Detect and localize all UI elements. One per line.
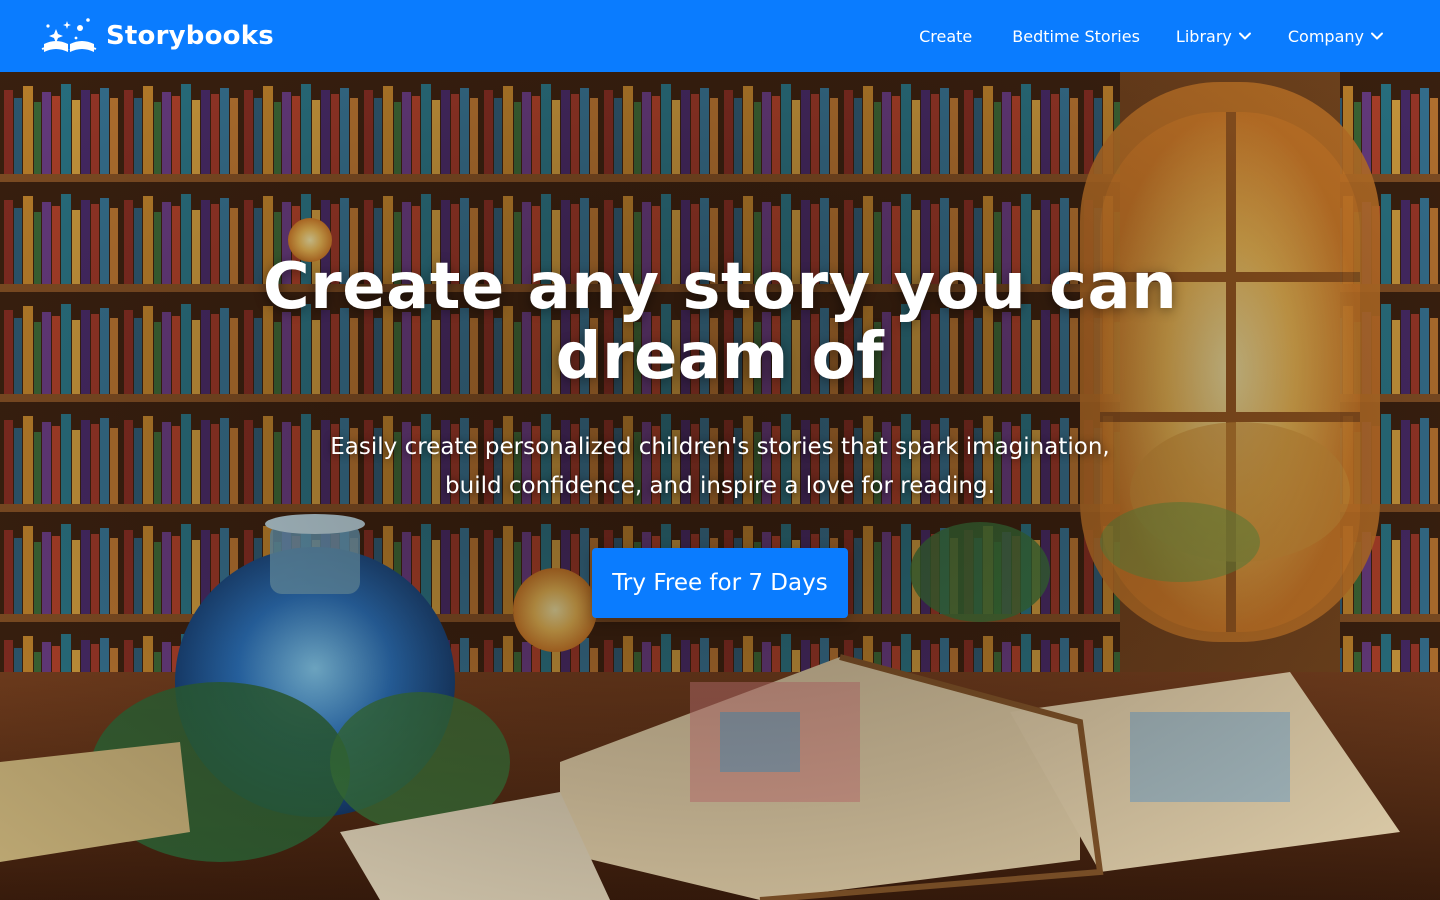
nav-bedtime-stories[interactable]: Bedtime Stories <box>1012 27 1140 46</box>
main-nav: Create Bedtime Stories Library Company <box>919 0 1384 72</box>
brand-name: Storybooks <box>106 21 274 51</box>
hero-subheadline: Easily create personalized children's st… <box>330 434 1110 499</box>
top-navbar: Storybooks Create Bedtime Stories Librar… <box>0 0 1440 72</box>
nav-create-label: Create <box>919 26 973 46</box>
nav-company-dropdown[interactable]: Company <box>1288 27 1384 46</box>
nav-bedtime-stories-label: Bedtime Stories <box>1012 26 1140 46</box>
hero-headline: Create any story you can dream of <box>262 250 1178 394</box>
chevron-down-icon <box>1238 32 1251 40</box>
nav-create[interactable]: Create <box>919 27 972 46</box>
nav-library-label: Library <box>1175 26 1232 46</box>
nav-library-dropdown[interactable]: Library <box>1176 27 1252 46</box>
try-free-button[interactable]: Try Free for 7 Days <box>592 548 848 618</box>
brand-logo-link[interactable]: Storybooks <box>40 16 274 56</box>
chevron-down-icon <box>1371 32 1383 40</box>
hero-content: Create any story you can dream of Easily… <box>220 252 1220 618</box>
open-book-stars-icon <box>41 18 97 52</box>
hero-section: Create any story you can dream of Easily… <box>0 72 1440 900</box>
nav-company-label: Company <box>1287 26 1364 46</box>
